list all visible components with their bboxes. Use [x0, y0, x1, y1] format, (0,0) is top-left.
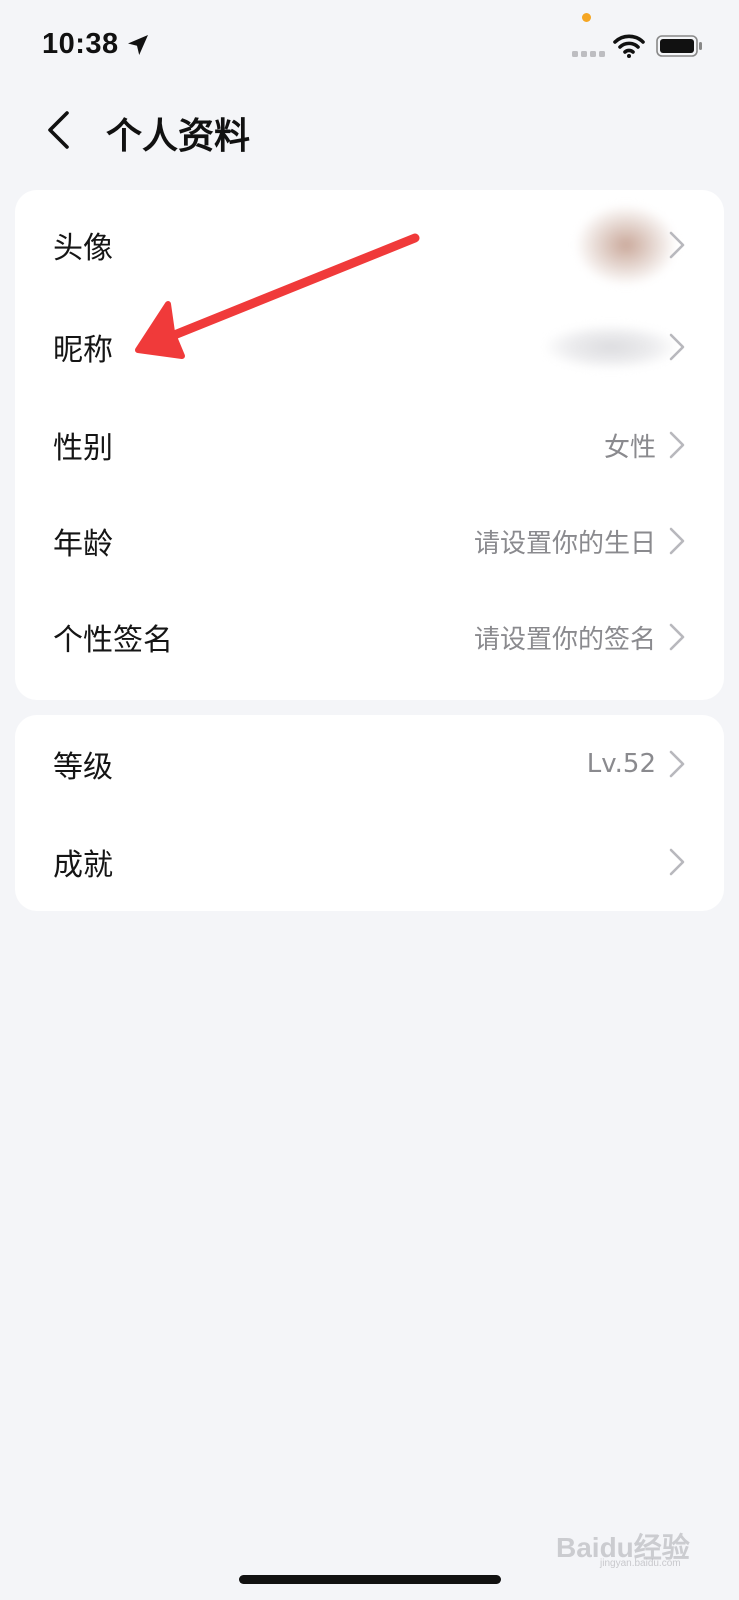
chevron-right-icon — [668, 526, 686, 556]
signal-dots-icon — [572, 51, 605, 57]
home-indicator[interactable] — [239, 1575, 501, 1584]
battery-icon — [656, 35, 702, 57]
row-label: 年龄 — [53, 527, 113, 562]
row-label: 性别 — [53, 431, 113, 466]
wifi-icon — [613, 34, 645, 58]
chevron-left-icon — [48, 111, 69, 149]
row-label: 头像 — [53, 231, 113, 266]
row-value: 请设置你的生日 — [473, 528, 656, 559]
row-gender[interactable]: 性别 女性 — [15, 396, 724, 494]
row-value: 女性 — [603, 432, 656, 463]
back-button[interactable] — [38, 105, 78, 155]
row-value: 请设置你的签名 — [473, 624, 656, 655]
chevron-right-icon — [668, 847, 686, 877]
stats-section-card: 等级 Lv.52 成就 — [15, 715, 724, 911]
chevron-right-icon — [668, 230, 686, 260]
watermark-logo: Baidu经验 jingyan.baidu.com — [556, 1518, 716, 1569]
chevron-right-icon — [668, 622, 686, 652]
row-age[interactable]: 年龄 请设置你的生日 — [15, 492, 724, 590]
privacy-indicator-dot — [582, 13, 591, 22]
chevron-right-icon — [668, 749, 686, 779]
status-bar: 10:38 — [0, 0, 739, 90]
page-title: 个人资料 — [106, 116, 251, 157]
page-header: 个人资料 — [0, 95, 739, 165]
row-label: 成就 — [53, 848, 113, 883]
row-label: 昵称 — [53, 333, 113, 368]
row-label: 个性签名 — [53, 623, 173, 658]
row-signature[interactable]: 个性签名 请设置你的签名 — [15, 588, 724, 686]
row-label: 等级 — [53, 750, 113, 785]
location-arrow-icon — [128, 35, 148, 55]
status-time: 10:38 — [42, 28, 119, 60]
chevron-right-icon — [668, 332, 686, 362]
annotation-arrow — [135, 233, 420, 359]
chevron-right-icon — [668, 430, 686, 460]
row-value: Lv.52 — [586, 749, 656, 779]
row-achievements[interactable]: 成就 — [15, 813, 724, 911]
watermark-sub: jingyan.baidu.com — [600, 1558, 681, 1569]
nickname-value-blurred — [546, 325, 676, 369]
avatar — [576, 205, 676, 285]
row-level[interactable]: 等级 Lv.52 — [15, 715, 724, 813]
